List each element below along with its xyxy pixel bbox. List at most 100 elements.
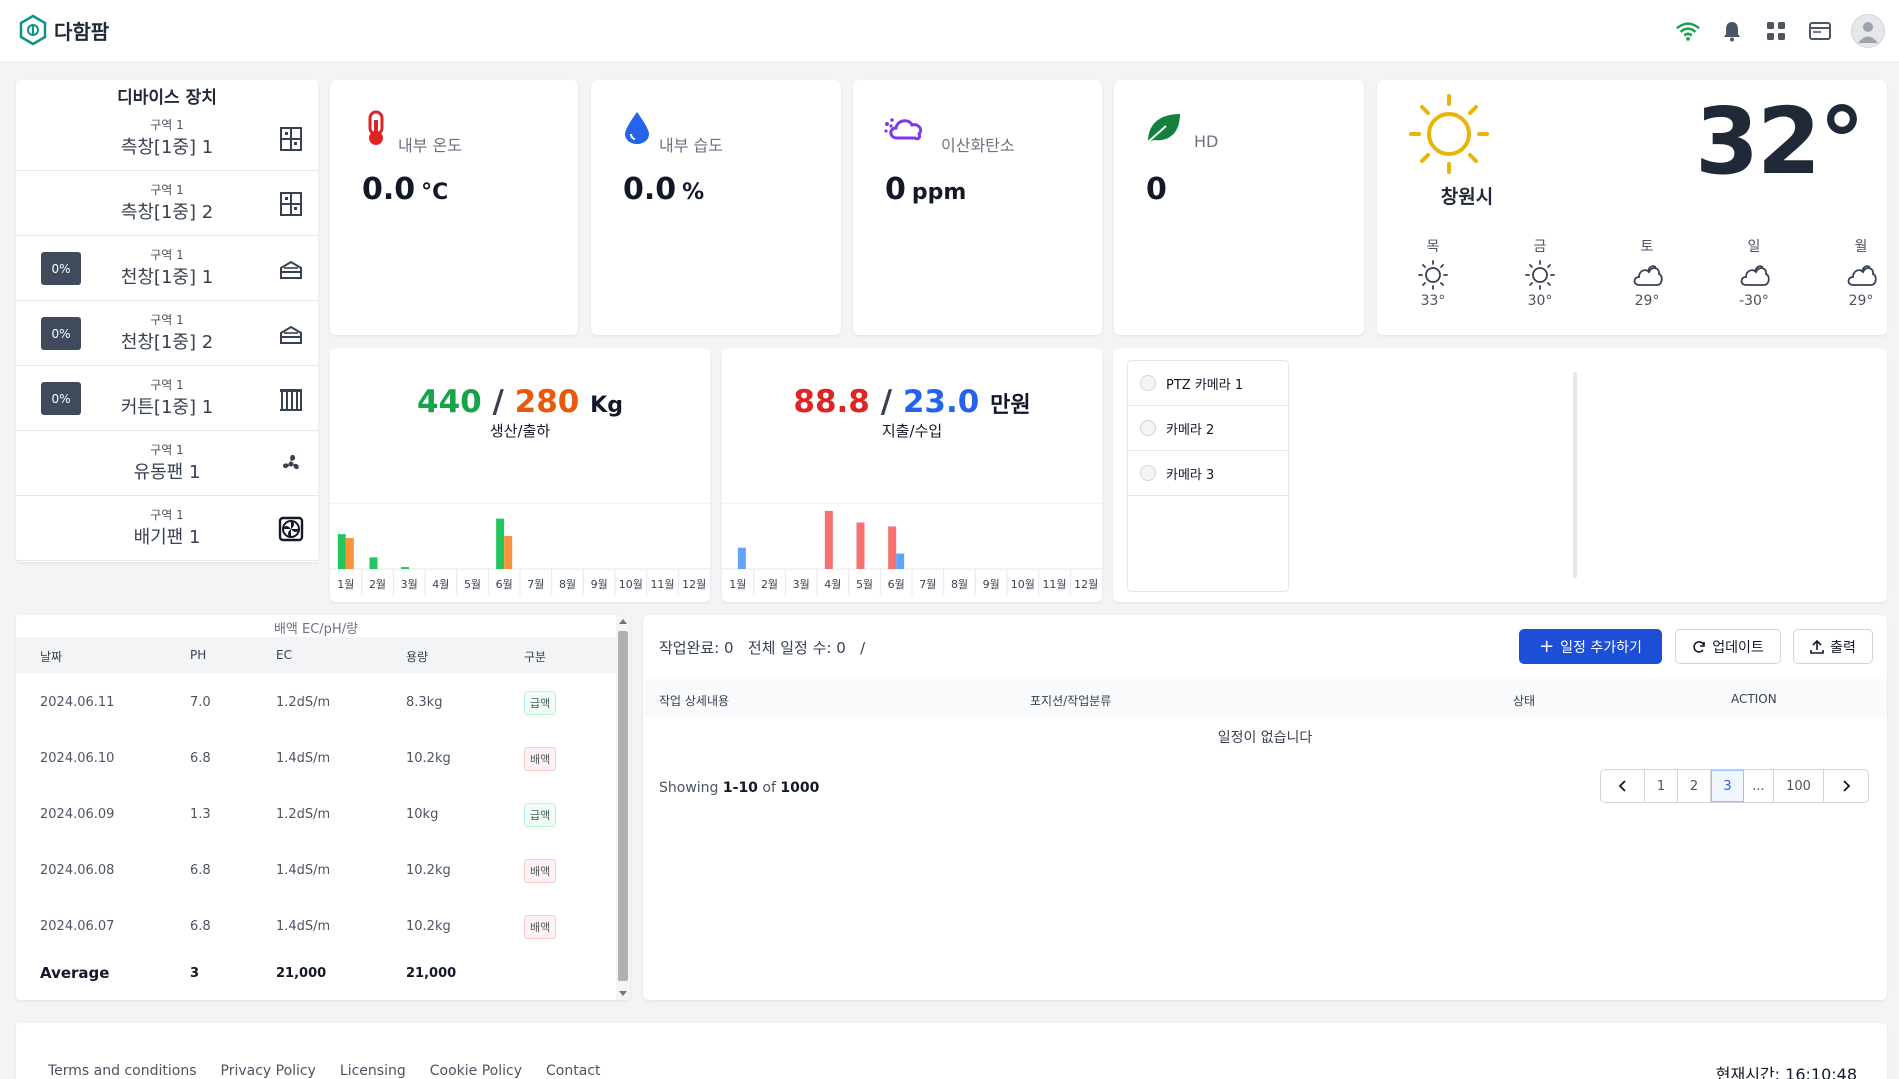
schedule-table-header: 작업 상세내용 포지션/작업분류 상태 ACTION <box>643 679 1887 717</box>
sensor-value: 0 <box>1146 172 1167 207</box>
radio-button[interactable] <box>1140 420 1156 436</box>
table-row[interactable]: 2024.06.07 6.8 1.4dS/m 10.2kg 배액 <box>16 899 616 955</box>
table-row[interactable]: 2024.06.11 7.0 1.2dS/m 8.3kg 급액 <box>16 675 616 731</box>
skylight-icon[interactable] <box>278 321 304 347</box>
chart-tick-label: 4월 <box>824 578 841 591</box>
skylight-icon[interactable] <box>278 256 304 282</box>
page-button-1[interactable]: 1 <box>1645 770 1678 802</box>
pagination-summary: Showing 1-10 of 1000 <box>659 780 820 796</box>
chart-tick-label: 11월 <box>1042 578 1066 591</box>
chart-tick-label: 9월 <box>983 578 1000 591</box>
chart-tick-label: 6월 <box>888 578 905 591</box>
chart-bar <box>401 567 410 569</box>
device-row[interactable]: 구역 1 측창[1중] 2 <box>16 171 318 236</box>
device-row[interactable]: 0% 구역 1 커튼[1중] 1 <box>16 366 318 431</box>
next-page-button[interactable] <box>1824 770 1868 802</box>
forecast-day: 금 30° <box>1500 236 1580 309</box>
current-time: 현재시간: 16:10:48 <box>1715 1065 1857 1079</box>
sensor-label: 이산화탄소 <box>941 136 1015 155</box>
logo[interactable]: 다함팜 <box>18 14 109 46</box>
col-task-detail: 작업 상세내용 <box>659 694 730 708</box>
page-button-3[interactable]: 3 <box>1711 770 1744 802</box>
page-button-100[interactable]: 100 <box>1774 770 1824 802</box>
upload-icon <box>1810 639 1824 654</box>
page-button-2[interactable]: 2 <box>1678 770 1711 802</box>
col-type: 구분 <box>524 650 547 664</box>
nutrient-table-caption: 배액 EC/pH/량 <box>273 622 359 637</box>
scrollbar-thumb[interactable] <box>618 631 628 981</box>
prev-page-button[interactable] <box>1601 770 1645 802</box>
plus-icon: + <box>1539 635 1555 657</box>
device-zone: 구역 1 <box>150 378 184 392</box>
device-row[interactable]: 0% 구역 1 천창[1중] 1 <box>16 236 318 301</box>
user-avatar[interactable] <box>1851 14 1885 48</box>
device-name: 천창[1중] 1 <box>120 267 214 288</box>
table-row[interactable]: 2024.06.10 6.8 1.4dS/m 10.2kg 배액 <box>16 731 616 787</box>
production-value: 440 <box>417 384 482 420</box>
scroll-up-arrow[interactable] <box>619 619 627 624</box>
radio-button[interactable] <box>1140 465 1156 481</box>
camera-item[interactable]: 카메라 2 <box>1128 406 1288 451</box>
scroll-down-arrow[interactable] <box>619 991 627 996</box>
window-icon[interactable] <box>278 191 304 217</box>
cell-date: 2024.06.08 <box>40 863 115 878</box>
camera-item[interactable]: 카메라 3 <box>1128 451 1288 496</box>
device-row[interactable]: 구역 1 유동팬 1 <box>16 431 318 496</box>
forecast-day-name: 일 <box>1747 239 1761 255</box>
sensor-card-hd: HD 0 <box>1114 80 1364 335</box>
cell-volume: 10kg <box>406 807 439 822</box>
table-row[interactable]: 2024.06.09 1.3 1.2dS/m 10kg 급액 <box>16 787 616 843</box>
fan-icon[interactable] <box>278 451 304 477</box>
footer-link-cookie[interactable]: Cookie Policy <box>430 1063 522 1079</box>
update-button[interactable]: 업데이트 <box>1675 629 1781 664</box>
curtain-icon[interactable] <box>278 386 304 412</box>
wifi-icon[interactable] <box>1675 18 1701 44</box>
bell-icon[interactable] <box>1719 18 1745 44</box>
forecast-day: 월 29° <box>1821 236 1899 309</box>
device-name: 측창[1중] 2 <box>120 202 214 223</box>
add-schedule-button[interactable]: + 일정 추가하기 <box>1519 629 1662 664</box>
device-row[interactable]: 구역 1 측창[1중] 1 <box>16 106 318 171</box>
device-row[interactable]: 구역 1 배기팬 1 <box>16 496 318 561</box>
production-chart-card: 440 / 280 Kg 생산/출하 1월 2월 3월 4월 5월 6월 7월 8월 9월 10월… <box>330 348 710 602</box>
col-date: 날짜 <box>40 650 63 664</box>
cell-date: 2024.06.11 <box>40 695 115 710</box>
col-ph: PH <box>190 648 207 662</box>
device-name: 배기팬 1 <box>133 527 201 548</box>
forecast-day-name: 목 <box>1426 239 1440 255</box>
pagination: 1 2 3 ... 100 <box>1600 769 1869 803</box>
footer-link-terms[interactable]: Terms and conditions <box>48 1063 197 1079</box>
forecast-temp: 29° <box>1848 293 1874 309</box>
footer-link-contact[interactable]: Contact <box>546 1063 600 1079</box>
window-icon[interactable] <box>278 126 304 152</box>
device-panel-title: 디바이스 장치 <box>117 88 217 108</box>
sun-icon <box>1418 260 1448 290</box>
forecast-day: 일 -30° <box>1714 236 1794 309</box>
vertical-scrollbar[interactable] <box>616 615 630 1000</box>
table-row[interactable]: 2024.06.08 6.8 1.4dS/m 10.2kg 배액 <box>16 843 616 899</box>
camera-item[interactable]: PTZ 카메라 1 <box>1128 361 1288 406</box>
device-zone: 구역 1 <box>150 248 184 262</box>
production-subtitle: 생산/출하 <box>489 422 551 440</box>
export-button[interactable]: 출력 <box>1793 629 1873 664</box>
device-row[interactable]: 0% 구역 1 천창[1중] 2 <box>16 301 318 366</box>
page-ellipsis: ... <box>1744 770 1774 802</box>
sensor-label: HD <box>1194 132 1219 151</box>
radio-button[interactable] <box>1140 375 1156 391</box>
chart-bar <box>896 553 905 569</box>
exhaust-fan-icon[interactable] <box>278 516 304 542</box>
apps-grid-icon[interactable] <box>1763 18 1789 44</box>
chart-tick-label: 5월 <box>856 578 873 591</box>
cell-ph: 1.3 <box>190 807 211 822</box>
col-status: 상태 <box>1513 694 1536 708</box>
chart-tick-label: 9월 <box>591 578 608 591</box>
finance-summary: 88.8 / 23.0 만원 <box>793 384 1031 420</box>
cell-volume: 8.3kg <box>406 695 443 710</box>
cell-volume: 10.2kg <box>406 919 451 934</box>
sensor-card-humidity: 내부 습도 0.0% <box>591 80 841 335</box>
footer-link-licensing[interactable]: Licensing <box>340 1063 406 1079</box>
footer-link-privacy[interactable]: Privacy Policy <box>221 1063 316 1079</box>
window-layout-icon[interactable] <box>1807 18 1833 44</box>
chart-tick-label: 6월 <box>496 578 513 591</box>
cell-volume: 10.2kg <box>406 863 451 878</box>
